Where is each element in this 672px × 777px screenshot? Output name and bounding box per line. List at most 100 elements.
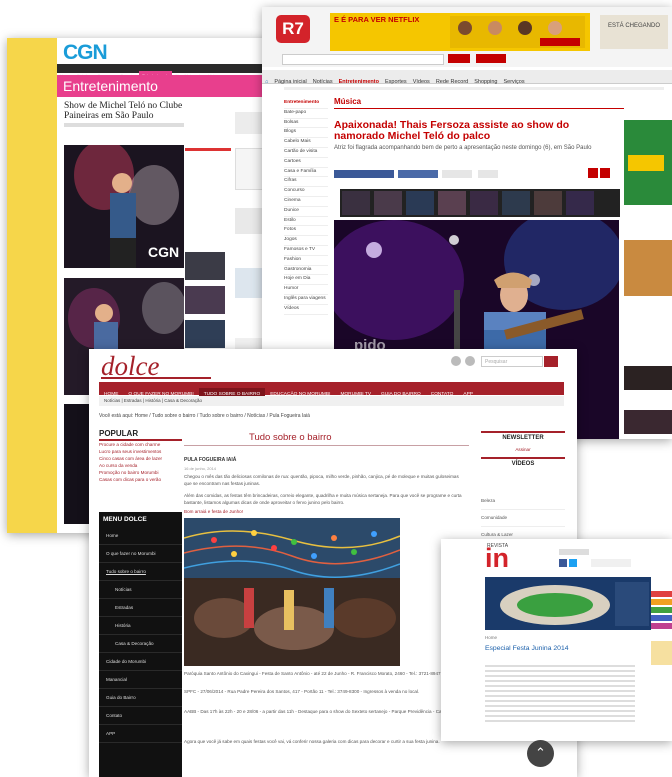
article-date: 16 de junho, 2014 <box>184 466 217 471</box>
search-icon[interactable] <box>544 356 558 367</box>
cgn-thumb[interactable] <box>185 252 225 280</box>
menu-item[interactable]: Guia do Bairro <box>99 689 182 707</box>
sidebar-item[interactable]: Cartão de visita <box>284 148 328 158</box>
r7-thumb[interactable] <box>624 410 672 434</box>
cgn-thumb[interactable] <box>185 286 225 314</box>
r7-search-input[interactable] <box>282 54 444 65</box>
sidebar-item[interactable]: Humor <box>284 285 328 295</box>
r7-sidebar: Entretenimento Bate-papo Bolsas Blogs Ca… <box>284 99 328 315</box>
r7-netflix-banner[interactable]: E É PARA VER NETFLIX <box>330 13 590 51</box>
sidebar-head[interactable]: Entretenimento <box>284 99 328 109</box>
twitter-icon[interactable] <box>569 559 577 567</box>
font-larger-button[interactable] <box>600 168 610 178</box>
menu-item[interactable]: O que fazer no Morumbi <box>99 545 182 563</box>
revista-in-page-card[interactable]: REVISTA in Home Especial Festa Junina 20… <box>441 539 672 741</box>
header-links[interactable] <box>591 559 631 567</box>
r7-headline: Apaixonada! Thais Fersoza assiste ao sho… <box>334 119 570 142</box>
thumbnail-strip-image <box>342 191 594 215</box>
social-icon[interactable] <box>451 356 461 366</box>
r7-green-ad[interactable] <box>624 120 672 205</box>
sidebar-item[interactable]: Inglês para viagens <box>284 295 328 305</box>
section-divider <box>334 108 624 109</box>
in-header-label: Home <box>485 635 498 640</box>
banner-text: E É PARA VER NETFLIX <box>334 15 420 24</box>
cgn-logo[interactable]: CGN <box>63 41 108 65</box>
sidebar-item[interactable]: Jogos <box>284 236 328 246</box>
sidebar-item[interactable]: Casa e Família <box>284 168 328 178</box>
in-article-title[interactable]: Especial Festa Junina 2014 <box>485 645 569 652</box>
sidebar-item[interactable]: Vídeos <box>284 305 328 315</box>
festa-junina-image <box>184 518 400 666</box>
cgn-thumb[interactable] <box>185 320 225 348</box>
menu-subitem[interactable]: História <box>99 617 182 635</box>
social-icon[interactable] <box>465 356 475 366</box>
sidebar-item[interactable]: Fotos <box>284 226 328 237</box>
dolce-sub-nav[interactable]: Notícias | Estradas | História | Casa & … <box>99 396 564 406</box>
newsletter-link[interactable]: Assinar <box>481 443 565 457</box>
dolce-search-input[interactable]: Pesquisar <box>481 356 543 367</box>
category-item[interactable]: Beleza <box>481 493 565 510</box>
popular-item[interactable]: Promoção no bairro Morumbi <box>99 469 182 476</box>
r7-nav-bar: ⌂ Página inicial Notícias Entretenimento Esp… <box>262 70 672 85</box>
popular-item[interactable]: Ao curso da venda <box>99 462 182 469</box>
chevron-up-icon[interactable]: ⌃ <box>527 740 554 767</box>
sidebar-item[interactable]: Cabelo Mais <box>284 138 328 148</box>
menu-item[interactable]: APP <box>99 725 182 743</box>
r7-photo-strip[interactable] <box>340 189 620 217</box>
popular-box: POPULAR Procure a cidade com charme Lucr… <box>99 429 182 483</box>
article-title: PULA FOGUEIRA IAIÁ <box>184 457 237 463</box>
revista-in-logo[interactable]: REVISTA in <box>485 543 509 574</box>
sidebar-item[interactable]: Cinema <box>284 197 328 207</box>
menu-item[interactable]: Cidade do Morumbi <box>99 653 182 671</box>
menu-item-active[interactable]: Tudo sobre o bairro <box>99 563 182 581</box>
in-banner-photo[interactable] <box>485 577 651 630</box>
home-icon[interactable]: ⌂ <box>262 76 271 89</box>
sidebar-item[interactable]: Estilo <box>284 217 328 227</box>
sidebar-item[interactable]: Bolsas <box>284 119 328 129</box>
menu-item[interactable]: Manancial <box>99 671 182 689</box>
r7-logo[interactable]: R7 <box>276 15 310 43</box>
r7-side-banner[interactable]: ESTÁ CHEGANDO <box>600 15 668 49</box>
sidebar-item[interactable]: Concurso <box>284 187 328 197</box>
category-item[interactable]: Comunidade <box>481 510 565 527</box>
facebook-share-button[interactable] <box>334 170 394 178</box>
article-link[interactable]: Bom arraiá e festa de Junho! <box>184 509 466 516</box>
sidebar-item[interactable]: Blogs <box>284 128 328 139</box>
sidebar-item[interactable]: Gastronomia <box>284 266 328 276</box>
popular-item[interactable]: Cinco casas com área de lazer <box>99 455 182 462</box>
sidebar-item[interactable]: Cartoes <box>284 158 328 168</box>
cgn-article-title[interactable]: Show de Michel Teló no Clube Paineiras e… <box>64 101 192 121</box>
recommend-button[interactable] <box>398 170 438 178</box>
share-button[interactable] <box>478 170 498 178</box>
cgn-yellow-bar <box>7 38 57 533</box>
menu-item[interactable]: Home <box>99 527 182 545</box>
cgn-photo-1[interactable]: CGN <box>64 145 184 268</box>
newsletter-title: NEWSLETTER <box>481 431 565 443</box>
sidebar-item[interactable]: Famosos e TV <box>284 246 328 256</box>
menu-subitem[interactable]: Estradas <box>99 599 182 617</box>
sidebar-item[interactable]: Fashion <box>284 256 328 266</box>
in-search-input[interactable] <box>559 549 589 555</box>
logo-small-text: REVISTA <box>487 543 509 549</box>
menu-subitem[interactable]: Notícias <box>99 581 182 599</box>
tweet-button[interactable] <box>442 170 472 178</box>
facebook-icon[interactable] <box>559 559 567 567</box>
menu-item[interactable]: Contato <box>99 707 182 725</box>
sidebar-item[interactable]: Bate-papo <box>284 109 328 119</box>
r7-thumb[interactable] <box>624 366 672 390</box>
menu-subitem[interactable]: Casa & Decoração <box>99 635 182 653</box>
popular-item[interactable]: Lucro para seus investimentos <box>99 448 182 455</box>
popular-item[interactable]: Procure a cidade com charme <box>99 441 182 448</box>
sidebar-item[interactable]: Hoje em Dia <box>284 275 328 286</box>
festa-junina-photo[interactable] <box>184 518 400 666</box>
sidebar-item[interactable]: Cifras <box>284 177 328 188</box>
r7-search-button[interactable] <box>448 54 470 63</box>
article-paragraph: Além das comidas, as festas têm brincade… <box>184 493 462 505</box>
font-smaller-button[interactable] <box>588 168 598 178</box>
title-divider <box>184 445 469 446</box>
r7-email-button[interactable] <box>476 54 506 63</box>
r7-photo-ad[interactable] <box>624 240 672 296</box>
popular-item[interactable]: Casas com dicas para o verão <box>99 476 182 483</box>
article-paragraph: Chegou o mês das tão deliciosas comilona… <box>184 474 459 486</box>
sidebar-item[interactable]: Dunice <box>284 207 328 217</box>
